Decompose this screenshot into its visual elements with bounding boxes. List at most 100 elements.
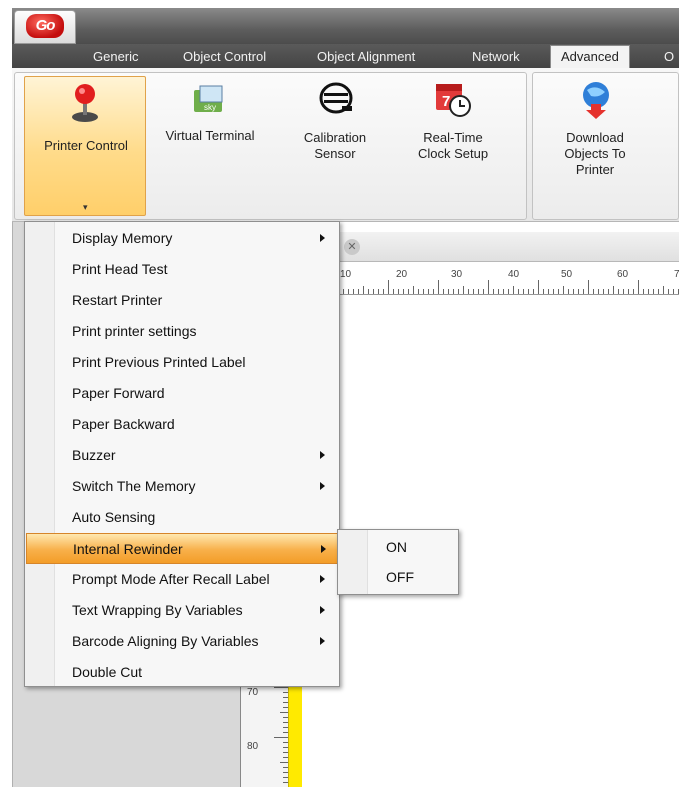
menu-item-barcode-aligning[interactable]: Barcode Aligning By Variables <box>26 626 338 657</box>
menu-item-label: Text Wrapping By Variables <box>72 602 243 618</box>
horizontal-ruler: 10 20 30 40 50 60 7 <box>336 263 679 295</box>
internal-rewinder-submenu: ON OFF <box>337 529 459 595</box>
submenu-icon-gutter <box>338 530 368 594</box>
submenu-arrow-icon <box>320 451 325 459</box>
tab-object-alignment[interactable]: Object Alignment <box>317 47 415 68</box>
tab-generic[interactable]: Generic <box>93 47 139 68</box>
menu-item-paper-backward[interactable]: Paper Backward <box>26 409 338 440</box>
rtc-setup-button[interactable]: 7 Real-Time Clock Setup <box>398 76 508 186</box>
ruler-tick <box>633 289 634 294</box>
menu-item-print-previous-label[interactable]: Print Previous Printed Label <box>26 347 338 378</box>
tab-network[interactable]: Network <box>472 47 520 68</box>
dropdown-arrow-icon: ▾ <box>83 202 88 212</box>
ruler-tick <box>448 289 449 294</box>
ruler-tick <box>618 289 619 294</box>
ruler-tick <box>453 289 454 294</box>
ruler-tick <box>608 289 609 294</box>
ruler-tick <box>538 280 539 294</box>
ruler-tick <box>483 289 484 294</box>
menu-item-label: Double Cut <box>72 664 143 680</box>
ruler-tick <box>368 289 369 294</box>
ruler-tick <box>493 289 494 294</box>
ruler-tick <box>418 289 419 294</box>
ruler-tick <box>398 289 399 294</box>
ruler-label: 20 <box>396 269 408 280</box>
menu-item-paper-forward[interactable]: Paper Forward <box>26 378 338 409</box>
ruler-tick <box>583 289 584 294</box>
ruler-tick <box>623 289 624 294</box>
ruler-label: 30 <box>451 269 463 280</box>
download-objects-button[interactable]: Download Objects To Printer <box>545 76 645 196</box>
menu-item-restart-printer[interactable]: Restart Printer <box>26 285 338 316</box>
rtc-setup-label-1: Real-Time <box>423 130 483 145</box>
menu-item-internal-rewinder[interactable]: Internal Rewinder <box>26 533 338 564</box>
title-bar <box>12 8 679 44</box>
printer-control-label: Printer Control <box>44 138 128 153</box>
menu-item-label: Buzzer <box>72 447 116 463</box>
ruler-label: 80 <box>247 741 259 752</box>
ruler-tick <box>363 286 364 294</box>
virtual-terminal-label: Virtual Terminal <box>165 128 255 143</box>
tab-object-control[interactable]: Object Control <box>183 47 266 68</box>
calibration-sensor-label-1: Calibration <box>303 130 367 145</box>
sensor-icon <box>318 80 354 116</box>
rtc-badge-text: 7 <box>442 93 450 110</box>
menu-item-switch-memory[interactable]: Switch The Memory <box>26 471 338 502</box>
menu-item-text-wrapping[interactable]: Text Wrapping By Variables <box>26 595 338 626</box>
menu-item-label: Prompt Mode After Recall Label <box>72 571 270 587</box>
download-objects-label-2: Objects To <box>564 146 626 161</box>
ruler-label: 40 <box>508 269 520 280</box>
download-globe-icon <box>579 80 613 120</box>
ruler-tick <box>528 289 529 294</box>
menu-item-print-head-test[interactable]: Print Head Test <box>26 254 338 285</box>
ruler-tick <box>573 289 574 294</box>
menu-item-display-memory[interactable]: Display Memory <box>26 223 338 254</box>
menu-item-label: Barcode Aligning By Variables <box>72 633 259 649</box>
menu-item-label: Paper Backward <box>72 416 175 432</box>
ruler-tick <box>280 712 288 713</box>
menu-item-auto-sensing[interactable]: Auto Sensing <box>26 502 338 533</box>
ruler-tick <box>533 289 534 294</box>
ruler-tick <box>403 289 404 294</box>
ruler-tick <box>568 289 569 294</box>
menu-item-double-cut[interactable]: Double Cut <box>26 657 338 688</box>
menu-item-label: Switch The Memory <box>72 478 196 494</box>
tab-overflow[interactable]: O <box>664 47 674 68</box>
calibration-sensor-button[interactable]: Calibration Sensor <box>290 76 380 186</box>
ruler-tick <box>473 289 474 294</box>
menu-item-buzzer[interactable]: Buzzer <box>26 440 338 471</box>
ruler-label: 60 <box>617 269 629 280</box>
submenu-item-off[interactable]: OFF <box>386 569 414 585</box>
menu-item-label: Restart Printer <box>72 292 163 308</box>
ruler-tick <box>358 289 359 294</box>
menu-item-print-printer-settings[interactable]: Print printer settings <box>26 316 338 347</box>
ruler-tick <box>643 289 644 294</box>
submenu-arrow-icon <box>320 234 325 242</box>
ruler-tick <box>668 289 669 294</box>
close-icon[interactable]: ✕ <box>344 239 360 255</box>
app-logo[interactable]: Go <box>26 14 64 38</box>
download-objects-label-1: Download <box>566 130 624 145</box>
svg-text:sky: sky <box>204 103 216 112</box>
printer-control-button[interactable]: Printer Control ▾ <box>24 76 146 216</box>
ruler-tick <box>648 289 649 294</box>
virtual-terminal-button[interactable]: sky Virtual Terminal <box>150 76 270 166</box>
menu-item-prompt-mode[interactable]: Prompt Mode After Recall Label <box>26 564 338 595</box>
tab-advanced[interactable]: Advanced <box>550 45 630 69</box>
ruler-tick <box>628 289 629 294</box>
menu-item-label: Paper Forward <box>72 385 165 401</box>
ruler-tick <box>388 280 389 294</box>
ruler-tick <box>343 289 344 294</box>
ruler-tick <box>603 289 604 294</box>
ruler-tick <box>598 289 599 294</box>
menu-item-label: Display Memory <box>72 230 173 246</box>
ruler-tick <box>383 289 384 294</box>
ruler-tick <box>438 280 439 294</box>
menu-item-label: Print printer settings <box>72 323 197 339</box>
ruler-tick <box>658 289 659 294</box>
rtc-setup-label-2: Clock Setup <box>417 146 489 161</box>
submenu-arrow-icon <box>320 637 325 645</box>
ruler-tick <box>433 289 434 294</box>
ruler-tick <box>588 280 589 294</box>
submenu-item-on[interactable]: ON <box>386 539 407 555</box>
